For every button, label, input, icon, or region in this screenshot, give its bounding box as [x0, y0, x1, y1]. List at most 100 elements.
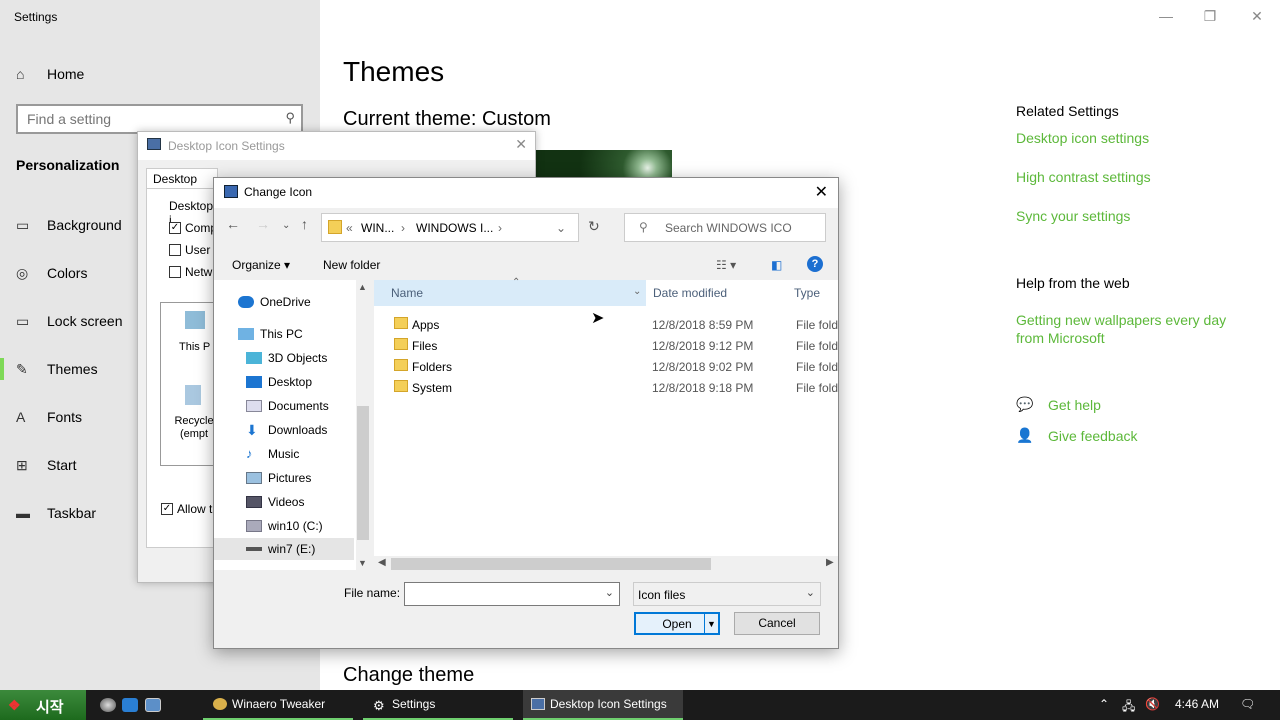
quicklaunch-browser-icon[interactable]	[100, 698, 116, 712]
tree-label: This PC	[260, 327, 303, 341]
checkbox-computer[interactable]: ✓	[169, 222, 181, 234]
taskbar-item-desktop-icon-settings[interactable]: Desktop Icon Settings	[523, 690, 683, 720]
breadcrumb-overflow[interactable]: «	[346, 221, 353, 235]
sidebar-item-start[interactable]: ⊞ Start	[16, 454, 77, 476]
chevron-up-icon[interactable]: ⌃	[1099, 697, 1109, 711]
wallpapers-link[interactable]: Getting new wallpapers every day from Mi…	[1016, 311, 1236, 347]
desktop-icon-settings-link[interactable]: Desktop icon settings	[1016, 130, 1149, 146]
file-type-value: Icon files	[638, 588, 686, 602]
desktop-icons-panel: Desktop i ✓ Comp User Netw This P Recycl…	[146, 188, 220, 548]
new-folder-button[interactable]: New folder	[323, 258, 380, 272]
tree-item-downloads[interactable]: ⬇ Downloads	[246, 419, 327, 441]
checkbox-network[interactable]	[169, 266, 181, 278]
quicklaunch-desktop-icon[interactable]	[122, 698, 138, 712]
tree-item-win7-e[interactable]: win7 (E:)	[214, 538, 354, 560]
scroll-down-icon[interactable]: ▼	[358, 558, 367, 568]
drive-icon	[246, 547, 262, 551]
file-name-field[interactable]: ⌄	[404, 582, 620, 606]
tree-item-videos[interactable]: Videos	[246, 491, 304, 513]
open-dropdown-icon[interactable]: ▼	[704, 614, 718, 635]
close-button[interactable]: ✕	[1245, 6, 1269, 26]
tree-item-pictures[interactable]: Pictures	[246, 467, 311, 489]
scroll-up-icon[interactable]: ▲	[358, 282, 367, 292]
column-header-type[interactable]: Type	[794, 280, 820, 306]
give-feedback-row[interactable]: 👤 Give feedback	[1016, 427, 1138, 444]
sidebar-item-themes[interactable]: ✎ Themes	[0, 358, 98, 380]
tree-item-onedrive[interactable]: OneDrive	[238, 291, 311, 313]
volume-muted-icon[interactable]: 🔇	[1145, 697, 1160, 711]
back-arrow-icon[interactable]: ←	[226, 216, 240, 232]
sidebar-item-fonts[interactable]: A Fonts	[16, 406, 82, 428]
checkbox-user[interactable]	[169, 244, 181, 256]
file-type-select[interactable]: Icon files ⌄	[633, 582, 821, 606]
cancel-button[interactable]: Cancel	[734, 612, 820, 635]
sync-settings-link[interactable]: Sync your settings	[1016, 208, 1130, 224]
address-bar[interactable]: « WIN... › WINDOWS I... › ⌄	[321, 213, 579, 242]
tree-item-desktop[interactable]: Desktop	[246, 371, 312, 393]
notifications-icon[interactable]: 🗨	[1240, 697, 1255, 711]
folder-search-box[interactable]: ⚲ Search WINDOWS ICO	[624, 213, 826, 242]
forward-arrow-icon[interactable]: →	[256, 216, 270, 232]
minimize-button[interactable]: —	[1154, 6, 1178, 26]
tree-scrollbar-thumb[interactable]	[357, 406, 369, 540]
checkbox-label: User	[185, 243, 211, 257]
sidebar-item-taskbar[interactable]: ▬ Taskbar	[16, 502, 96, 524]
help-icon[interactable]: ?	[807, 256, 823, 272]
give-feedback-link[interactable]: Give feedback	[1048, 428, 1138, 444]
quicklaunch-window-icon[interactable]	[145, 698, 161, 712]
file-row[interactable]: System 12/8/2018 9:18 PM File folder	[374, 377, 838, 398]
column-dropdown-icon[interactable]: ⌄	[633, 286, 641, 297]
sidebar-item-label: Taskbar	[47, 505, 97, 521]
get-help-row[interactable]: 💬 Get help	[1016, 396, 1101, 413]
open-button[interactable]: Open ▼	[634, 612, 720, 635]
organize-button[interactable]: Organize ▾	[232, 258, 290, 272]
scroll-right-icon[interactable]: ▶	[826, 557, 834, 568]
taskbar-item-winaero-tweaker[interactable]: Winaero Tweaker	[203, 690, 353, 720]
chevron-down-icon[interactable]: ⌄	[605, 586, 614, 599]
close-icon[interactable]: ✕	[515, 136, 527, 153]
checkbox-label: Allow t	[177, 502, 213, 516]
scroll-left-icon[interactable]: ◀	[378, 557, 386, 568]
file-row[interactable]: Files 12/8/2018 9:12 PM File folder	[374, 335, 838, 356]
high-contrast-settings-link[interactable]: High contrast settings	[1016, 169, 1151, 185]
sidebar-item-background[interactable]: ▭ Background	[16, 214, 122, 236]
monitor-icon	[224, 185, 238, 198]
file-row[interactable]: Apps 12/8/2018 8:59 PM File folder	[374, 314, 838, 335]
chevron-down-icon[interactable]: ⌄	[556, 221, 566, 235]
sidebar-item-lock-screen[interactable]: ▭ Lock screen	[16, 310, 122, 332]
find-setting-search[interactable]: ⚲	[16, 104, 303, 134]
refresh-icon[interactable]: ↻	[588, 218, 600, 235]
file-name: Apps	[412, 318, 440, 332]
section-title: Personalization	[16, 157, 120, 173]
search-icon: ⚲	[639, 220, 648, 234]
horizontal-scrollbar-thumb[interactable]	[391, 558, 711, 570]
close-icon[interactable]: ✕	[815, 182, 828, 202]
tree-item-3d-objects[interactable]: 3D Objects	[246, 347, 327, 369]
breadcrumb-item[interactable]: WINDOWS I...	[416, 221, 493, 235]
tree-item-win10-c[interactable]: win10 (C:)	[246, 515, 323, 537]
tree-item-music[interactable]: ♪ Music	[246, 443, 299, 465]
sidebar-item-colors[interactable]: ◎ Colors	[16, 262, 87, 284]
column-header-date[interactable]: Date modified	[651, 280, 727, 306]
recent-dropdown-icon[interactable]: ⌄	[282, 220, 290, 231]
network-icon[interactable]: 🖧	[1122, 697, 1135, 718]
breadcrumb-item[interactable]: WIN...	[361, 221, 394, 235]
taskbar-item-settings[interactable]: ⚙ Settings	[363, 690, 513, 720]
search-input[interactable]	[18, 106, 268, 132]
tree-item-documents[interactable]: Documents	[246, 395, 329, 417]
home-nav-item[interactable]: ⌂ Home	[16, 64, 84, 84]
start-button[interactable]: ❖ 시작	[0, 690, 86, 720]
checkbox-allow-themes[interactable]: ✓	[161, 503, 173, 515]
up-arrow-icon[interactable]: ↑	[301, 216, 308, 232]
clock[interactable]: 4:46 AM	[1175, 697, 1219, 711]
tree-item-this-pc[interactable]: This PC	[238, 323, 303, 345]
get-help-link[interactable]: Get help	[1048, 397, 1101, 413]
start-label: 시작	[36, 699, 64, 716]
preview-pane-icon[interactable]: ◧	[771, 258, 782, 272]
restore-button[interactable]: ❐	[1198, 6, 1222, 26]
file-row[interactable]: Folders 12/8/2018 9:02 PM File folder	[374, 356, 838, 377]
view-options-icon[interactable]: ☷ ▾	[716, 258, 736, 272]
tab-desktop-icons[interactable]: Desktop Icons	[146, 168, 218, 200]
cube-icon	[246, 352, 262, 364]
column-header-name[interactable]: Name	[374, 280, 646, 306]
